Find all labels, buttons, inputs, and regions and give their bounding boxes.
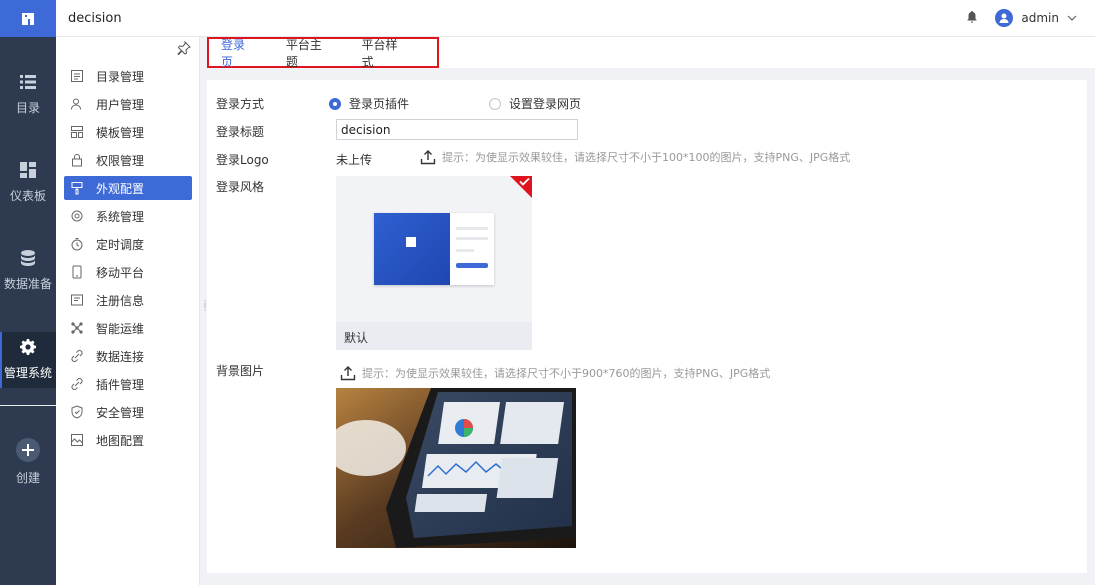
- login-style-card-default[interactable]: 默认: [336, 176, 532, 350]
- logo-hint: 提示：为使显示效果较佳，请选择尺寸不小于100*100的图片，支持PNG、JPG…: [442, 151, 851, 164]
- tab-platform-style[interactable]: 平台样式: [361, 36, 404, 70]
- submenu-item-8[interactable]: 移动平台: [64, 260, 192, 284]
- logo-upload[interactable]: 提示：为使显示效果较佳，请选择尺寸不小于100*100的图片，支持PNG、JPG…: [420, 149, 850, 165]
- nav-item-dashboard[interactable]: 仪表板: [0, 159, 56, 209]
- radio-label: 登录页插件: [349, 97, 410, 111]
- submenu-item-label: 外观配置: [96, 181, 145, 196]
- list-icon: [20, 71, 36, 93]
- submenu-item-label: 系统管理: [96, 209, 145, 224]
- submenu-item-12[interactable]: 插件管理: [64, 372, 192, 396]
- radio-login-plugin[interactable]: 登录页插件: [329, 95, 409, 112]
- login-title-label: 登录标题: [216, 125, 265, 139]
- nav-label: 目录: [15, 101, 40, 115]
- nav-divider: [0, 405, 56, 406]
- upload-icon[interactable]: [420, 149, 436, 165]
- background-image-label: 背景图片: [216, 364, 265, 378]
- plugin-icon: [70, 377, 84, 391]
- template-icon: [70, 125, 84, 139]
- submenu-item-9[interactable]: 注册信息: [64, 288, 192, 312]
- app-title: decision: [68, 11, 122, 26]
- chevron-down-icon[interactable]: [1067, 13, 1077, 24]
- user-avatar-icon[interactable]: [995, 9, 1014, 27]
- submenu-item-6[interactable]: 系统管理: [64, 204, 192, 228]
- nav-item-directory[interactable]: 目录: [0, 71, 56, 121]
- link-icon: [70, 349, 84, 363]
- radio-unselected-icon: [489, 97, 501, 110]
- background-image-preview[interactable]: [336, 388, 576, 548]
- dashboard-icon: [20, 159, 36, 181]
- lock-icon: [70, 153, 84, 167]
- submenu-item-label: 移动平台: [96, 265, 145, 280]
- mobile-icon: [70, 265, 84, 279]
- logo-upload-status: 未上传: [336, 153, 373, 167]
- submenu-item-label: 用户管理: [96, 97, 145, 112]
- submenu-item-10[interactable]: 智能运维: [64, 316, 192, 340]
- submenu-item-label: 数据连接: [96, 349, 145, 364]
- submenu-item-7[interactable]: 定时调度: [64, 232, 192, 256]
- style-card-label: 默认: [344, 331, 369, 345]
- login-preview-thumbnail: [374, 213, 494, 285]
- app-logo-icon[interactable]: [0, 0, 56, 37]
- submenu-item-label: 注册信息: [96, 293, 145, 308]
- plus-icon: [16, 437, 40, 463]
- top-bar: decision admin: [0, 0, 1095, 37]
- background-hint: 提示：为使显示效果较佳，请选择尺寸不小于900*760的图片，支持PNG、JPG…: [362, 367, 771, 380]
- login-style-label: 登录风格: [216, 180, 265, 194]
- nav-item-admin[interactable]: 管理系统: [0, 332, 56, 388]
- submenu-item-label: 模板管理: [96, 125, 145, 140]
- paint-brush-icon: [70, 181, 84, 195]
- submenu-item-14[interactable]: 地图配置: [64, 428, 192, 452]
- login-title-input[interactable]: [336, 119, 578, 140]
- submenu-item-label: 权限管理: [96, 153, 145, 168]
- submenu-item-label: 目录管理: [96, 69, 145, 84]
- background-upload[interactable]: 提示：为使显示效果较佳，请选择尺寸不小于900*760的图片，支持PNG、JPG…: [340, 365, 770, 381]
- radio-selected-icon: [329, 97, 341, 110]
- primary-nav: 目录 仪表板 数据准备 管理系统 创建: [0, 37, 56, 585]
- submenu-item-label: 智能运维: [96, 321, 145, 336]
- map-icon: [70, 433, 84, 447]
- radio-custom-login-page[interactable]: 设置登录网页: [489, 95, 581, 112]
- upload-icon[interactable]: [340, 365, 356, 381]
- timer-icon: [70, 237, 84, 251]
- nav-item-data-prep[interactable]: 数据准备: [0, 247, 56, 297]
- network-icon: [70, 321, 84, 335]
- submenu-item-4[interactable]: 权限管理: [64, 148, 192, 172]
- tab-login-page[interactable]: 登录页: [221, 36, 253, 70]
- nav-label: 创建: [15, 471, 40, 485]
- submenu-item-label: 插件管理: [96, 377, 145, 392]
- tab-bar: 登录页 平台主题 平台样式: [207, 36, 439, 70]
- submenu-item-13[interactable]: 安全管理: [64, 400, 192, 424]
- submenu-item-label: 安全管理: [96, 405, 145, 420]
- check-icon: [519, 177, 530, 189]
- nav-label: 数据准备: [3, 277, 52, 291]
- submenu-item-label: 地图配置: [96, 433, 145, 448]
- submenu-item-2[interactable]: 用户管理: [64, 92, 192, 116]
- login-page-settings: 登录方式 登录页插件 设置登录网页 登录标题 登录Logo 未上传 提示：为使显…: [207, 80, 1087, 573]
- settings-icon: [70, 209, 84, 223]
- user-icon: [70, 97, 84, 111]
- register-icon: [70, 293, 84, 307]
- resize-handle[interactable]: ⋮ ⋮: [201, 300, 209, 316]
- submenu-item-1[interactable]: 目录管理: [64, 64, 192, 88]
- nav-label: 仪表板: [9, 189, 46, 203]
- tab-platform-theme[interactable]: 平台主题: [286, 36, 329, 70]
- pin-icon[interactable]: [177, 40, 191, 56]
- login-method-label: 登录方式: [216, 97, 265, 111]
- nav-label: 管理系统: [3, 366, 52, 380]
- user-name[interactable]: admin: [1021, 11, 1059, 25]
- nav-item-create[interactable]: 创建: [0, 437, 56, 487]
- shield-icon: [70, 405, 84, 419]
- directory-icon: [70, 69, 84, 83]
- submenu-item-5[interactable]: 外观配置: [64, 176, 192, 200]
- submenu-item-label: 定时调度: [96, 237, 145, 252]
- login-logo-label: 登录Logo: [216, 153, 269, 167]
- submenu-item-11[interactable]: 数据连接: [64, 344, 192, 368]
- radio-label: 设置登录网页: [509, 97, 582, 111]
- gear-icon: [20, 336, 36, 358]
- tab-strip: [439, 37, 1095, 68]
- database-icon: [21, 247, 35, 269]
- submenu-item-3[interactable]: 模板管理: [64, 120, 192, 144]
- bell-icon[interactable]: [967, 11, 979, 25]
